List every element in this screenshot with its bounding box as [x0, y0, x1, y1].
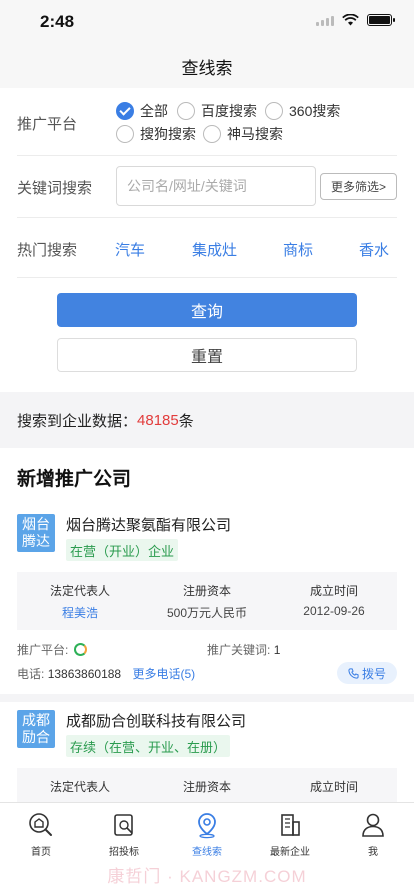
wifi-icon	[342, 14, 359, 26]
company-status-badge: 在营（开业）企业	[66, 539, 179, 561]
status-bar: 2:48	[0, 0, 414, 44]
capital-col: 注册资本 500万元人民币	[144, 582, 270, 621]
result-count-prefix: 搜索到企业数据：	[17, 412, 138, 430]
360-search-icon	[73, 643, 87, 656]
radio-icon	[116, 125, 134, 143]
radio-icon	[265, 102, 283, 120]
more-filter-button[interactable]: 更多筛选>	[320, 173, 397, 200]
user-icon	[362, 813, 384, 837]
legal-rep-label: 法定代表人	[49, 780, 110, 794]
legal-rep-value[interactable]: 程美浩	[17, 604, 143, 621]
nav-bar: 查线索	[0, 44, 414, 88]
platform-label: 推广平台	[17, 116, 78, 133]
tab-clues[interactable]: 查线索	[166, 811, 248, 858]
building-icon	[281, 814, 300, 836]
call-label: 拨号	[361, 666, 386, 681]
home-search-icon	[29, 813, 52, 836]
company-logo: 成都励合	[17, 710, 55, 748]
capital-col: 注册资本	[144, 778, 270, 795]
checked-radio-icon	[116, 102, 134, 120]
platform-option-baidu[interactable]: 百度搜索	[177, 101, 257, 121]
card-divider	[0, 694, 414, 702]
result-count-number: 48185	[137, 411, 179, 429]
page-title: 查线索	[181, 58, 233, 78]
tab-home[interactable]: 首页	[0, 811, 82, 858]
promo-keyword-label: 推广关键词:	[207, 643, 271, 657]
capital-value: 500万元人民币	[166, 606, 248, 620]
company-info-box: 法定代表人 程美浩 注册资本 500万元人民币 成立时间 2012-09-26	[17, 572, 397, 630]
platform-row: 推广平台 全部 百度搜索 360搜索 搜狗搜索 神马搜索	[17, 88, 397, 156]
query-button[interactable]: 查询	[57, 293, 357, 327]
company-status-badge: 存续（在营、开业、在册）	[66, 735, 231, 757]
company-card[interactable]: 烟台腾达 烟台腾达聚氨酯有限公司 在营（开业）企业 法定代表人 程美浩 注册资本…	[0, 506, 414, 694]
tab-bidding[interactable]: 招投标	[83, 811, 165, 858]
result-count-suffix: 条	[178, 412, 194, 430]
keyword-label: 关键词搜索	[17, 180, 93, 197]
location-pin-icon	[198, 813, 216, 839]
company-info-box: 法定代表人 注册资本 成立时间	[17, 768, 397, 802]
company-logo: 烟台腾达	[17, 514, 55, 552]
hot-search-label: 热门搜索	[17, 242, 78, 259]
legal-rep-label: 法定代表人	[49, 584, 110, 598]
legal-rep-col: 法定代表人 程美浩	[17, 582, 143, 621]
status-icons	[316, 14, 395, 26]
status-time: 2:48	[40, 12, 75, 31]
hot-term-stove[interactable]: 集成灶	[192, 239, 237, 260]
keyword-row: 关键词搜索 更多筛选>	[17, 156, 397, 218]
hot-term-trademark[interactable]: 商标	[283, 239, 313, 260]
company-list: 新增推广公司 烟台腾达 烟台腾达聚氨酯有限公司 在营（开业）企业 法定代表人 程…	[0, 448, 414, 802]
section-title: 新增推广公司	[17, 469, 132, 490]
reset-button[interactable]: 重置	[57, 338, 357, 372]
keyword-search-input[interactable]	[116, 166, 316, 206]
capital-label: 注册资本	[182, 780, 231, 794]
phone-icon	[348, 667, 359, 679]
company-name[interactable]: 烟台腾达聚氨酯有限公司	[66, 514, 231, 535]
cellular-signal-icon	[316, 14, 334, 26]
watermark: 康哲门 · KANGZM.COM	[107, 867, 307, 886]
call-button[interactable]: 拨号	[337, 662, 397, 684]
hot-search-row: 热门搜索 汽车 集成灶 商标 香水	[17, 218, 397, 278]
hot-term-car[interactable]: 汽车	[115, 239, 145, 260]
filter-panel: 推广平台 全部 百度搜索 360搜索 搜狗搜索 神马搜索 关键词搜索 更多筛选>…	[0, 88, 414, 392]
legal-rep-col: 法定代表人	[17, 778, 143, 795]
founded-value: 2012-09-26	[303, 604, 365, 618]
promo-keyword-count: 1	[273, 643, 281, 657]
phone-label: 电话:	[17, 667, 45, 681]
tab-me[interactable]: 我	[332, 811, 414, 858]
platform-option-sogou[interactable]: 搜狗搜索	[116, 124, 196, 144]
radio-icon	[177, 102, 195, 120]
founded-col: 成立时间	[271, 778, 397, 795]
founded-col: 成立时间 2012-09-26	[271, 582, 397, 618]
platform-option-360[interactable]: 360搜索	[265, 101, 340, 121]
bidding-icon	[114, 814, 133, 836]
battery-icon	[367, 14, 395, 26]
capital-label: 注册资本	[182, 584, 231, 598]
promo-platform-label: 推广平台:	[17, 643, 69, 657]
result-count-bar: 搜索到企业数据： 48185 条	[0, 392, 414, 448]
promo-keyword: 推广关键词: 1	[207, 641, 280, 658]
radio-icon	[203, 125, 221, 143]
founded-label: 成立时间	[309, 780, 358, 794]
phone-line: 电话: 13863860188 更多电话(5)	[17, 665, 195, 682]
promo-platform: 推广平台:	[17, 641, 87, 658]
platform-option-all[interactable]: 全部	[116, 101, 168, 121]
company-name[interactable]: 成都励合创联科技有限公司	[66, 710, 246, 731]
hot-term-perfume[interactable]: 香水	[359, 239, 389, 260]
company-card[interactable]: 成都励合 成都励合创联科技有限公司 存续（在营、开业、在册） 法定代表人 注册资…	[0, 702, 414, 802]
platform-option-shenma[interactable]: 神马搜索	[203, 124, 283, 144]
phone-number[interactable]: 13863860188	[48, 667, 121, 681]
tab-new-companies[interactable]: 最新企业	[249, 811, 331, 858]
founded-label: 成立时间	[309, 584, 358, 598]
more-phones-link[interactable]: 更多电话(5)	[132, 667, 195, 681]
